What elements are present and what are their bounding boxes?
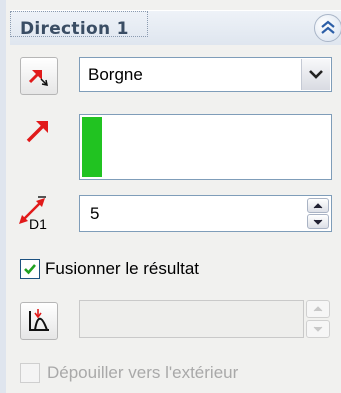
selection-color-swatch — [82, 117, 102, 177]
draft-increment-button[interactable] — [306, 300, 330, 318]
panel-edge — [0, 0, 6, 393]
check-icon — [24, 264, 36, 275]
section-title: Direction 1 — [20, 19, 129, 39]
section-header[interactable]: Direction 1 — [10, 10, 341, 45]
reverse-direction-icon — [28, 69, 48, 86]
merge-result-label: Fusionner le résultat — [45, 259, 200, 278]
depth-input[interactable]: 5 — [79, 195, 332, 232]
depth-icon-label: D1 — [29, 216, 47, 231]
double-chevron-up-icon[interactable] — [314, 14, 341, 42]
draft-angle-input[interactable] — [79, 300, 304, 338]
depth-decrement-button[interactable] — [307, 214, 329, 229]
chevron-down-icon[interactable] — [301, 59, 330, 90]
draft-angle-icon — [29, 309, 49, 331]
draft-toggle-button[interactable] — [20, 302, 58, 340]
depth-increment-button[interactable] — [307, 198, 329, 213]
direction-arrow-icon — [26, 121, 48, 143]
depth-value: 5 — [90, 204, 100, 223]
draft-outward-label: Dépouiller vers l'extérieur — [47, 363, 239, 382]
end-condition-value: Borgne — [88, 65, 143, 84]
draft-outward-checkbox[interactable] — [20, 363, 40, 383]
merge-result-checkbox[interactable] — [20, 259, 40, 279]
direction-vector-list[interactable] — [79, 114, 332, 180]
depth-d1-icon: D1 — [19, 196, 47, 231]
end-condition-select[interactable]: Borgne — [79, 57, 332, 92]
draft-decrement-button[interactable] — [306, 320, 330, 338]
reverse-direction-button[interactable] — [20, 57, 58, 95]
